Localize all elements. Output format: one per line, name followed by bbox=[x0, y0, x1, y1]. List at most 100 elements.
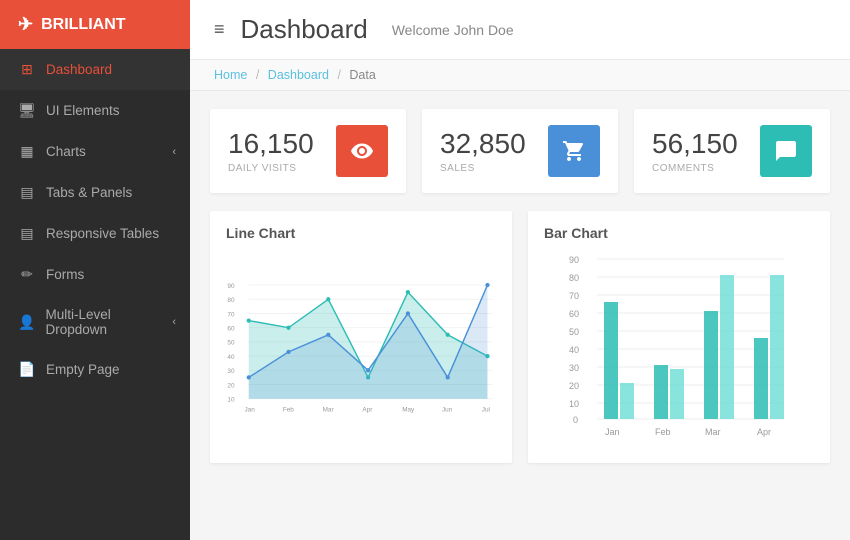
bar-y-30: 30 bbox=[569, 363, 579, 373]
dot2 bbox=[286, 350, 290, 354]
bar-apr-s2 bbox=[770, 275, 784, 419]
line-chart-area: 90 80 70 60 50 40 30 20 10 bbox=[226, 249, 496, 449]
stat-number-sales: 32,850 bbox=[440, 128, 526, 160]
breadcrumb-current: Data bbox=[349, 68, 375, 82]
bar-x-apr: Apr bbox=[757, 427, 771, 437]
y-label-60: 60 bbox=[227, 326, 235, 333]
sidebar-label-tabs-panels: Tabs & Panels bbox=[46, 185, 132, 200]
sidebar-item-responsive-tables[interactable]: ▤ Responsive Tables bbox=[0, 213, 190, 254]
x-label-feb: Feb bbox=[283, 407, 294, 414]
y-label-80: 80 bbox=[227, 297, 235, 304]
bar-mar-s1 bbox=[704, 311, 718, 419]
breadcrumb-sep-1: / bbox=[256, 68, 259, 82]
stat-icon-comments bbox=[760, 125, 812, 177]
stats-row: 16,150 DAILY VISITS 32,850 SALES bbox=[210, 109, 830, 193]
bar-chart-area: 90 80 70 60 50 40 30 20 10 0 bbox=[544, 249, 814, 449]
stat-label-comments: COMMENTS bbox=[652, 163, 738, 174]
dot2 bbox=[326, 333, 330, 337]
charts-row: Line Chart 90 bbox=[210, 211, 830, 463]
bar-x-jan: Jan bbox=[605, 427, 620, 437]
sidebar-item-tabs-panels[interactable]: ▤ Tabs & Panels bbox=[0, 172, 190, 213]
charts-icon: ▦ bbox=[18, 143, 36, 160]
x-label-mar: Mar bbox=[323, 407, 335, 414]
dot bbox=[326, 297, 330, 301]
hamburger-icon[interactable]: ≡ bbox=[214, 19, 225, 40]
sidebar-item-forms[interactable]: ✏ Forms bbox=[0, 254, 190, 295]
dot2 bbox=[485, 283, 489, 287]
bar-y-40: 40 bbox=[569, 345, 579, 355]
bar-jan-s1 bbox=[604, 302, 618, 419]
bar-jan-s2 bbox=[620, 383, 634, 419]
forms-icon: ✏ bbox=[18, 266, 36, 283]
y-label-10: 10 bbox=[227, 397, 235, 404]
bar-chart-svg: 90 80 70 60 50 40 30 20 10 0 bbox=[544, 249, 814, 449]
sidebar-item-ui-elements[interactable]: 🖥 UI Elements bbox=[0, 90, 190, 131]
main-content: ≡ Dashboard Welcome John Doe Home / Dash… bbox=[190, 0, 850, 540]
breadcrumb-sep-2: / bbox=[337, 68, 340, 82]
stat-info-visits: 16,150 DAILY VISITS bbox=[228, 128, 314, 174]
bar-y-80: 80 bbox=[569, 273, 579, 283]
sidebar-label-empty-page: Empty Page bbox=[46, 362, 120, 377]
sidebar-logo[interactable]: ✈ BRILLIANT bbox=[0, 0, 190, 49]
stat-icon-visits bbox=[336, 125, 388, 177]
stat-icon-sales bbox=[548, 125, 600, 177]
stat-info-comments: 56,150 COMMENTS bbox=[652, 128, 738, 174]
dashboard-icon: ⊞ bbox=[18, 61, 36, 78]
x-label-jan: Jan bbox=[244, 407, 255, 414]
stat-card-comments: 56,150 COMMENTS bbox=[634, 109, 830, 193]
sidebar-label-dashboard: Dashboard bbox=[46, 62, 112, 77]
breadcrumb-dashboard[interactable]: Dashboard bbox=[268, 68, 329, 82]
bar-y-0: 0 bbox=[573, 415, 578, 425]
sidebar-item-empty-page[interactable]: 📄 Empty Page bbox=[0, 349, 190, 390]
stat-number-comments: 56,150 bbox=[652, 128, 738, 160]
logo-icon: ✈ bbox=[18, 14, 33, 35]
bar-y-20: 20 bbox=[569, 381, 579, 391]
stat-card-sales: 32,850 SALES bbox=[422, 109, 618, 193]
bar-chart-title: Bar Chart bbox=[544, 225, 814, 241]
comment-icon bbox=[774, 139, 798, 163]
cart-icon bbox=[562, 139, 586, 163]
breadcrumb: Home / Dashboard / Data bbox=[190, 60, 850, 91]
empty-page-icon: 📄 bbox=[18, 361, 36, 378]
sidebar-item-multi-level[interactable]: 👤 Multi-Level Dropdown ‹ bbox=[0, 295, 190, 349]
y-label-40: 40 bbox=[227, 354, 235, 361]
stat-number-visits: 16,150 bbox=[228, 128, 314, 160]
tables-icon: ▤ bbox=[18, 225, 36, 242]
bar-chart-card: Bar Chart 9 bbox=[528, 211, 830, 463]
stat-label-sales: SALES bbox=[440, 163, 526, 174]
sidebar-label-responsive-tables: Responsive Tables bbox=[46, 226, 159, 241]
welcome-text: Welcome John Doe bbox=[392, 22, 514, 38]
x-label-jul: Jul bbox=[482, 407, 490, 414]
bar-x-mar: Mar bbox=[705, 427, 721, 437]
sidebar-item-charts[interactable]: ▦ Charts ‹ bbox=[0, 131, 190, 172]
sidebar-label-charts: Charts bbox=[46, 144, 86, 159]
sidebar-label-multi-level: Multi-Level Dropdown bbox=[45, 307, 172, 337]
header: ≡ Dashboard Welcome John Doe bbox=[190, 0, 850, 60]
dot2 bbox=[446, 375, 450, 379]
bar-apr-s1 bbox=[754, 338, 768, 419]
stat-label-visits: DAILY VISITS bbox=[228, 163, 314, 174]
line-chart-title: Line Chart bbox=[226, 225, 496, 241]
dot bbox=[286, 326, 290, 330]
line-chart-card: Line Chart 90 bbox=[210, 211, 512, 463]
bar-mar-s2 bbox=[720, 275, 734, 419]
y-label-70: 70 bbox=[227, 311, 235, 318]
dot bbox=[247, 318, 251, 322]
dot2 bbox=[366, 368, 370, 372]
dot2 bbox=[247, 375, 251, 379]
app-name: BRILLIANT bbox=[41, 16, 125, 34]
breadcrumb-home[interactable]: Home bbox=[214, 68, 247, 82]
x-label-jun: Jun bbox=[442, 407, 453, 414]
bar-y-10: 10 bbox=[569, 399, 579, 409]
bar-y-60: 60 bbox=[569, 309, 579, 319]
bar-feb-s1 bbox=[654, 365, 668, 419]
stat-card-visits: 16,150 DAILY VISITS bbox=[210, 109, 406, 193]
dot bbox=[446, 333, 450, 337]
y-label-50: 50 bbox=[227, 340, 235, 347]
bar-x-feb: Feb bbox=[655, 427, 671, 437]
tabs-icon: ▤ bbox=[18, 184, 36, 201]
bar-y-70: 70 bbox=[569, 291, 579, 301]
sidebar-label-forms: Forms bbox=[46, 267, 84, 282]
bar-y-50: 50 bbox=[569, 327, 579, 337]
sidebar-item-dashboard[interactable]: ⊞ Dashboard bbox=[0, 49, 190, 90]
